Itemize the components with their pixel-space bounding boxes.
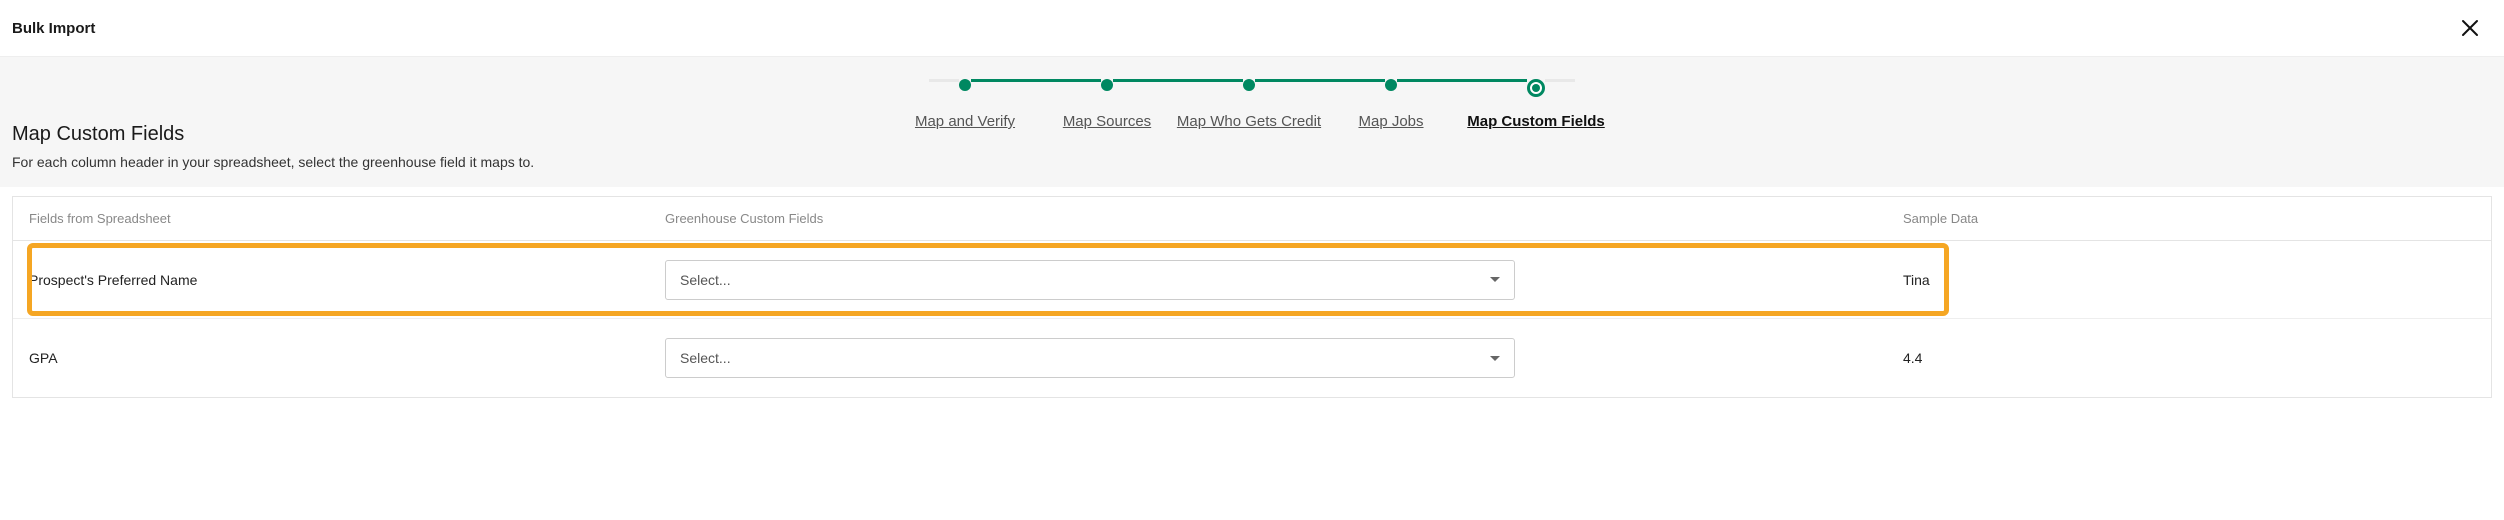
- step-map-jobs[interactable]: Map Jobs: [1385, 79, 1397, 91]
- caret-down-icon: [1490, 356, 1500, 361]
- table-header-row: Fields from Spreadsheet Greenhouse Custo…: [13, 197, 2491, 241]
- step-map-custom-fields[interactable]: Map Custom Fields: [1527, 79, 1545, 97]
- select-placeholder: Select...: [680, 272, 731, 288]
- step-dot-icon: [1385, 79, 1397, 91]
- column-header-fields: Fields from Spreadsheet: [13, 197, 649, 240]
- stepper-connector: [1255, 79, 1385, 82]
- table-row: Prospect's Preferred Name Select... Tina: [13, 241, 2491, 319]
- step-map-and-verify[interactable]: Map and Verify: [959, 79, 971, 91]
- modal-title: Bulk Import: [12, 20, 95, 37]
- stepper-connector: [1397, 79, 1527, 82]
- spreadsheet-field-name: GPA: [13, 340, 649, 376]
- step-dot-current-icon: [1527, 79, 1545, 97]
- modal-header: Bulk Import: [0, 0, 2504, 56]
- progress-stepper: Map and Verify Map Sources Map Who Gets …: [0, 79, 2504, 97]
- custom-field-cell: Select...: [649, 328, 1887, 388]
- greenhouse-field-select[interactable]: Select...: [665, 338, 1515, 378]
- step-map-who-gets-credit[interactable]: Map Who Gets Credit: [1243, 79, 1255, 91]
- map-custom-fields-section: Map Custom Fields For each column header…: [0, 123, 2504, 398]
- mapping-table: Fields from Spreadsheet Greenhouse Custo…: [12, 196, 2492, 398]
- close-icon: [2460, 18, 2480, 38]
- step-dot-icon: [1243, 79, 1255, 91]
- section-description: For each column header in your spreadshe…: [12, 154, 2492, 170]
- custom-field-cell: Select...: [649, 250, 1887, 310]
- stepper-connector-trail: [1545, 79, 1575, 82]
- column-header-sample: Sample Data: [1887, 197, 2491, 240]
- stepper-connector-lead: [929, 79, 959, 82]
- step-label[interactable]: Map Custom Fields: [1467, 113, 1605, 130]
- step-label[interactable]: Map Jobs: [1358, 113, 1423, 130]
- step-map-sources[interactable]: Map Sources: [1101, 79, 1113, 91]
- caret-down-icon: [1490, 277, 1500, 282]
- step-label[interactable]: Map Sources: [1063, 113, 1151, 130]
- spreadsheet-field-name: Prospect's Preferred Name: [13, 262, 649, 298]
- stepper-connector: [1113, 79, 1243, 82]
- close-button[interactable]: [2456, 14, 2484, 42]
- sample-data-value: 4.4: [1887, 340, 2491, 376]
- stepper-connector: [971, 79, 1101, 82]
- table-row: GPA Select... 4.4: [13, 319, 2491, 397]
- step-label[interactable]: Map and Verify: [915, 113, 1015, 130]
- column-header-custom: Greenhouse Custom Fields: [649, 197, 1887, 240]
- select-placeholder: Select...: [680, 350, 731, 366]
- step-dot-icon: [1101, 79, 1113, 91]
- step-label[interactable]: Map Who Gets Credit: [1177, 113, 1321, 130]
- greenhouse-field-select[interactable]: Select...: [665, 260, 1515, 300]
- sample-data-value: Tina: [1887, 262, 2491, 298]
- step-dot-icon: [959, 79, 971, 91]
